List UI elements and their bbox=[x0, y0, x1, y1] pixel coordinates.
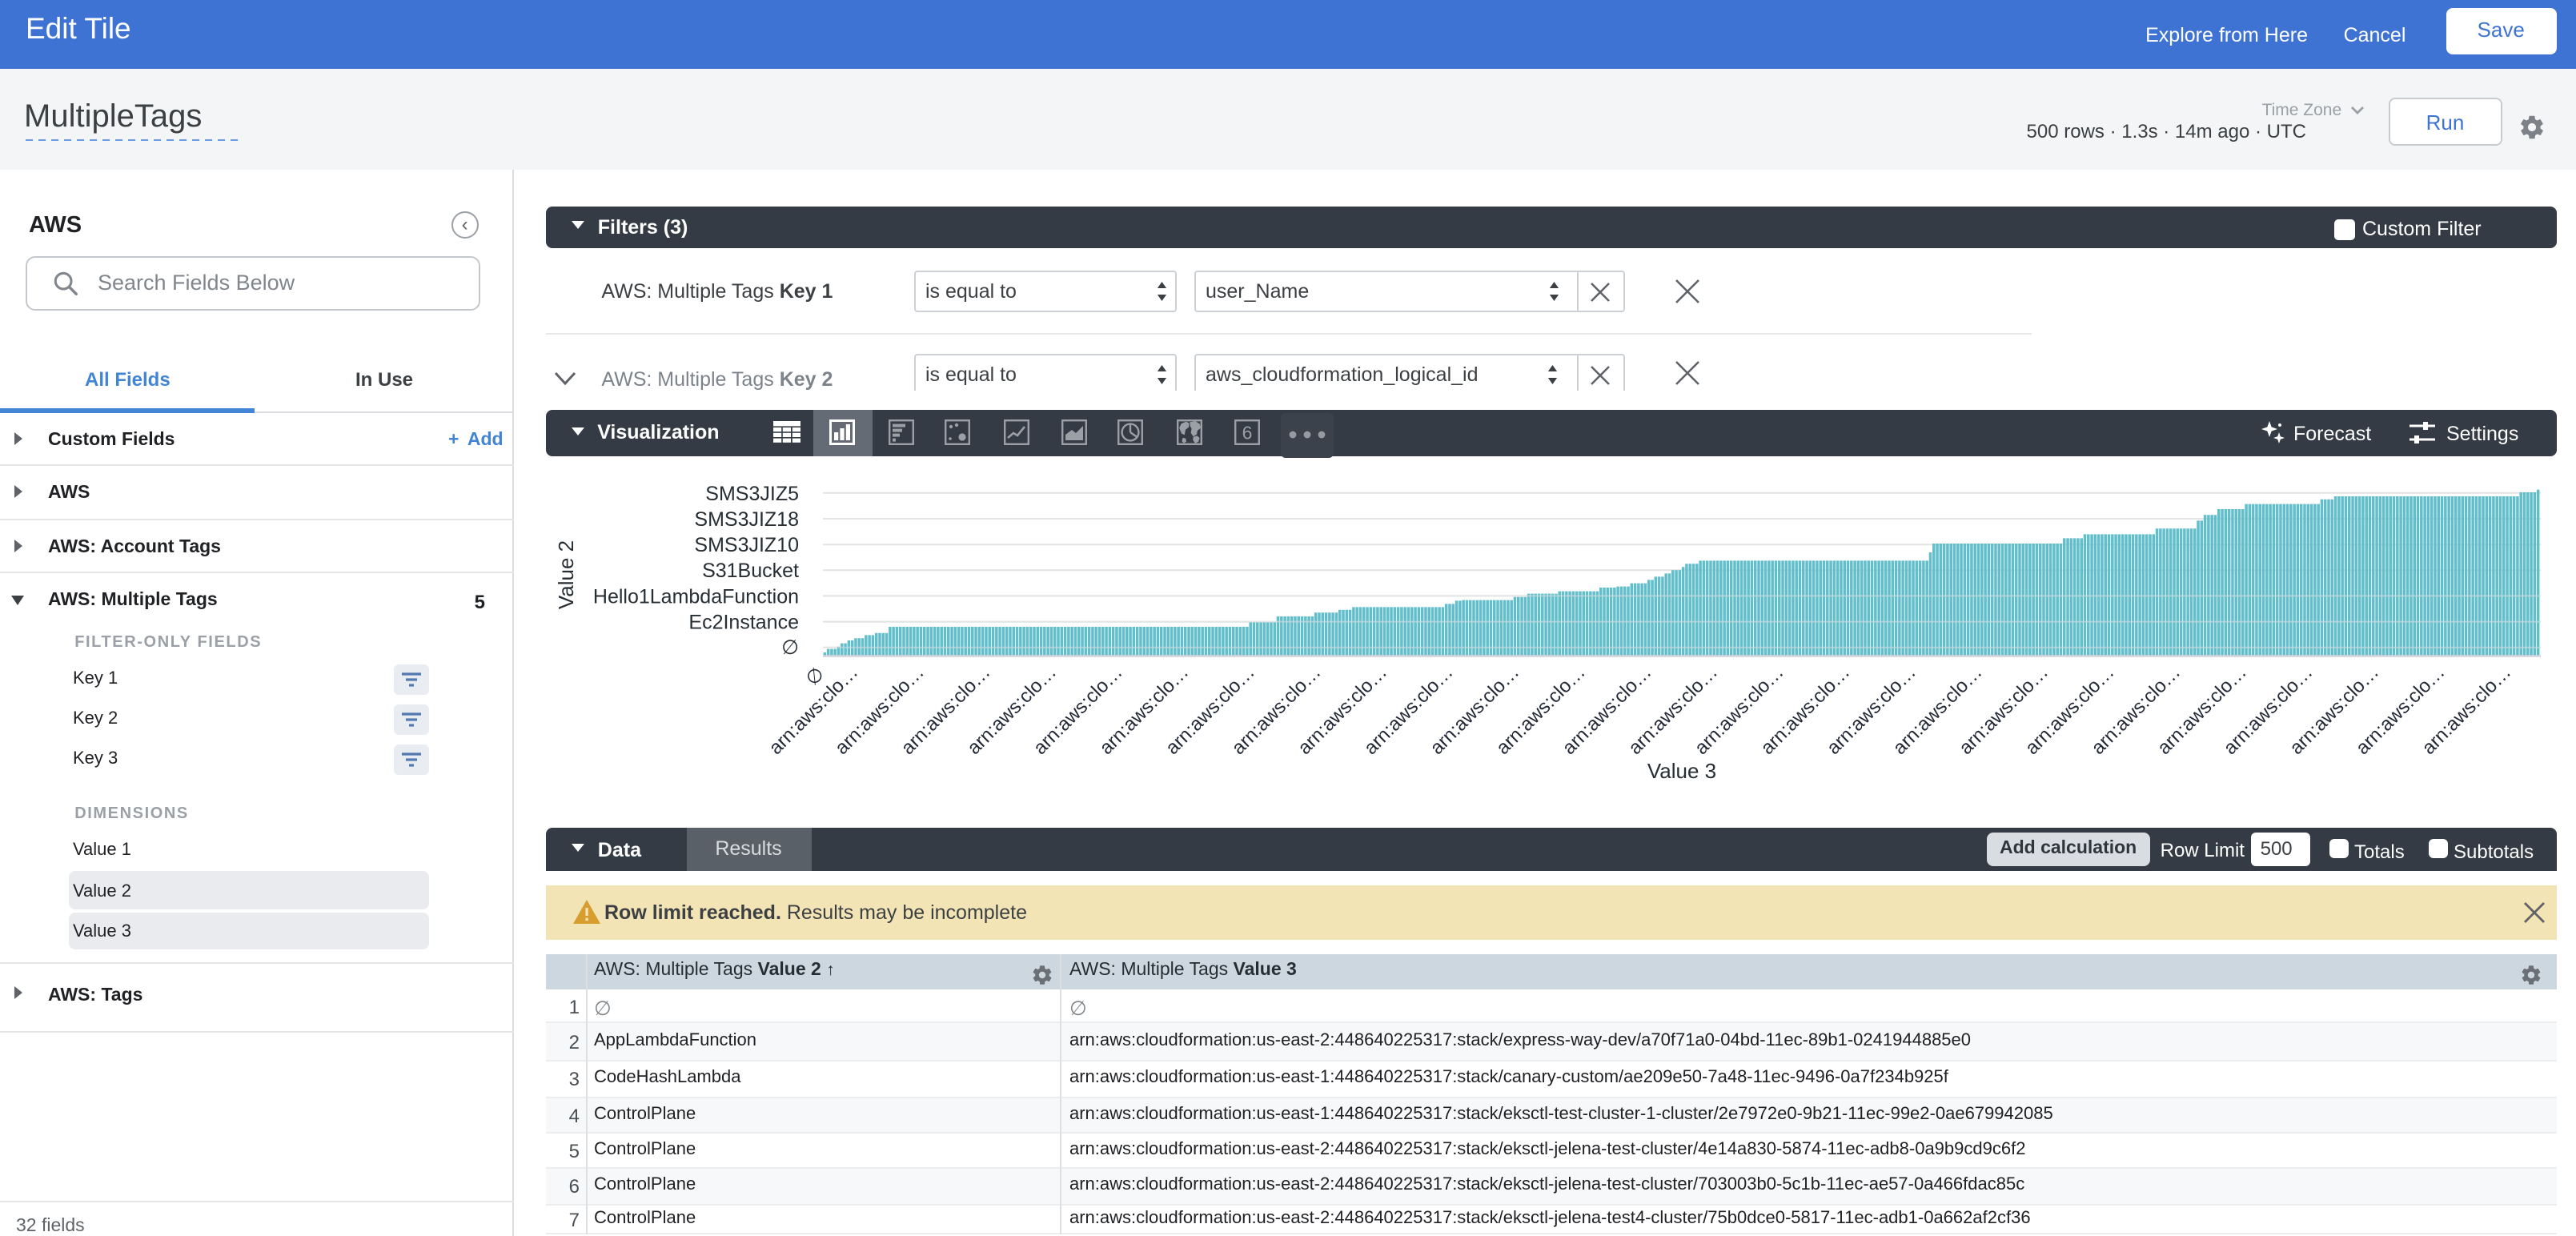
svg-text:Value 2: Value 2 bbox=[554, 540, 578, 609]
svg-text:S31Bucket: S31Bucket bbox=[702, 560, 799, 582]
svg-text:SMS3JIZ10: SMS3JIZ10 bbox=[694, 534, 799, 556]
svg-text:SMS3JIZ5: SMS3JIZ5 bbox=[705, 483, 799, 505]
svg-text:6: 6 bbox=[1242, 422, 1252, 443]
svg-text:SMS3JIZ18: SMS3JIZ18 bbox=[694, 508, 799, 531]
svg-text:∅: ∅ bbox=[781, 636, 799, 659]
svg-text:Ec2Instance: Ec2Instance bbox=[688, 612, 799, 634]
svg-text:Value 3: Value 3 bbox=[1647, 759, 1716, 783]
svg-text:Hello1LambdaFunction: Hello1LambdaFunction bbox=[593, 585, 799, 608]
